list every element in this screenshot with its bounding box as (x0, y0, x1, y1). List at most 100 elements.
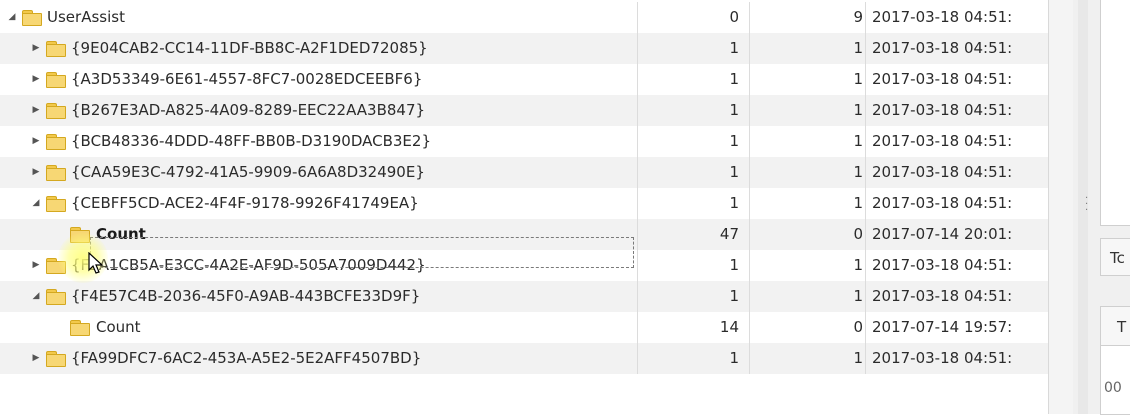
expanded-arrow-icon[interactable]: ◢ (30, 188, 42, 219)
subkey-count-cell: 1 (638, 33, 750, 64)
value-count-cell: 1 (750, 157, 866, 188)
panel-tab-2[interactable]: T (1100, 306, 1130, 346)
folder-icon (46, 165, 66, 181)
last-write-time-cell: 2017-03-18 04:51: (872, 287, 1013, 305)
last-write-time-cell: 2017-03-18 04:51: (872, 101, 1013, 119)
expanded-arrow-icon[interactable]: ◢ (6, 2, 18, 33)
tree-row[interactable]: ▶ {BCB48336-4DDD-48FF-BB0B-D3190DACB3E2} 1… (0, 126, 1048, 157)
last-write-time-cell: 2017-03-18 04:51: (872, 194, 1013, 212)
last-write-time-cell: 2017-07-14 20:01: (872, 225, 1013, 243)
tree-row[interactable]: ▶ {B267E3AD-A825-4A09-8289-EEC22AA3B847} 1… (0, 95, 1048, 126)
collapsed-arrow-icon[interactable]: ▶ (30, 95, 42, 126)
details-panel-top (1100, 0, 1130, 226)
subkey-count-cell: 1 (638, 126, 750, 157)
last-write-time-cell: 2017-03-18 04:51: (872, 132, 1013, 150)
subkey-count-cell: 1 (638, 157, 750, 188)
panel-value-text: 00 (1104, 380, 1122, 396)
tree-row[interactable]: ▶ {F2A1CB5A-E3CC-4A2E-AF9D-505A7009D442} 1… (0, 250, 1048, 281)
key-name-label: {FA99DFC7-6AC2-453A-A5E2-5E2AFF4507BD} (71, 349, 422, 367)
folder-icon (46, 196, 66, 212)
registry-tree-view[interactable]: ◢ UserAssist 0 9 2017-03-18 04:51: ▶ {9E04CAB2… (0, 0, 1048, 414)
tree-row[interactable]: Count 14 0 2017-07-14 19:57: (0, 312, 1048, 343)
key-name-label: {F4E57C4B-2036-45F0-A9AB-443BCFE33D9F} (71, 287, 421, 305)
key-name-cell[interactable]: ▶ {A3D53349-6E61-4557-8FC7-0028EDCEEBF6} (0, 64, 638, 95)
collapsed-arrow-icon[interactable]: ▶ (30, 157, 42, 188)
key-name-label: {CEBFF5CD-ACE2-4F4F-9178-9926F41749EA} (71, 194, 419, 212)
last-write-time-cell: 2017-03-18 04:51: (872, 39, 1013, 57)
key-name-cell[interactable]: ▶ {FA99DFC7-6AC2-453A-A5E2-5E2AFF4507BD} (0, 343, 638, 374)
folder-icon (46, 72, 66, 88)
splitter-grip-icon: · · · (1085, 193, 1089, 216)
value-count-cell: 9 (750, 2, 866, 33)
folder-icon (70, 227, 90, 243)
value-count-cell: 0 (750, 219, 866, 250)
key-name-cell[interactable]: ▶ {F2A1CB5A-E3CC-4A2E-AF9D-505A7009D442} (0, 250, 638, 281)
subkey-count-cell: 1 (638, 250, 750, 281)
collapsed-arrow-icon[interactable]: ▶ (30, 250, 42, 281)
subkey-count-cell: 1 (638, 281, 750, 312)
key-name-cell[interactable]: ▶ {B267E3AD-A825-4A09-8289-EEC22AA3B847} (0, 95, 638, 126)
expanded-arrow-icon[interactable]: ◢ (30, 281, 42, 312)
folder-icon (46, 41, 66, 57)
key-name-cell[interactable]: ▶ {CAA59E3C-4792-41A5-9909-6A6A8D32490E} (0, 157, 638, 188)
value-count-cell: 1 (750, 281, 866, 312)
tree-row[interactable]: ▶ {CAA59E3C-4792-41A5-9909-6A6A8D32490E} 1… (0, 157, 1048, 188)
key-name-label: {A3D53349-6E61-4557-8FC7-0028EDCEEBF6} (71, 70, 423, 88)
folder-icon (46, 289, 66, 305)
subkey-count-cell: 1 (638, 64, 750, 95)
panel-tab-1[interactable]: Tc (1100, 238, 1130, 276)
value-count-cell: 1 (750, 64, 866, 95)
last-write-time-cell: 2017-03-18 04:51: (872, 349, 1013, 367)
key-name-label: {9E04CAB2-CC14-11DF-BB8C-A2F1DED72085} (71, 39, 428, 57)
key-name-cell[interactable]: Count (0, 219, 638, 250)
folder-icon (70, 320, 90, 336)
value-count-cell: 1 (750, 126, 866, 157)
folder-icon (46, 103, 66, 119)
key-name-cell[interactable]: ◢ {F4E57C4B-2036-45F0-A9AB-443BCFE33D9F} (0, 281, 638, 312)
subkey-count-cell: 1 (638, 188, 750, 219)
tree-row[interactable]: ▶ {A3D53349-6E61-4557-8FC7-0028EDCEEBF6} 1… (0, 64, 1048, 95)
folder-icon (22, 10, 42, 26)
collapsed-arrow-icon[interactable]: ▶ (30, 64, 42, 95)
collapsed-arrow-icon[interactable]: ▶ (30, 126, 42, 157)
value-count-cell: 1 (750, 95, 866, 126)
key-name-cell[interactable]: ◢ {CEBFF5CD-ACE2-4F4F-9178-9926F41749EA} (0, 188, 638, 219)
tree-row[interactable]: ▶ {9E04CAB2-CC14-11DF-BB8C-A2F1DED72085} 1… (0, 33, 1048, 64)
subkey-count-cell: 14 (638, 312, 750, 343)
collapsed-arrow-icon[interactable]: ▶ (30, 343, 42, 374)
key-name-label: {F2A1CB5A-E3CC-4A2E-AF9D-505A7009D442} (71, 256, 426, 274)
tree-row[interactable]: ◢ {CEBFF5CD-ACE2-4F4F-9178-9926F41749EA} 1… (0, 188, 1048, 219)
last-write-time-cell: 2017-03-18 04:51: (872, 163, 1013, 181)
folder-icon (46, 351, 66, 367)
key-name-label: {BCB48336-4DDD-48FF-BB0B-D3190DACB3E2} (71, 132, 431, 150)
last-write-time-cell: 2017-07-14 19:57: (872, 318, 1013, 336)
key-name-cell[interactable]: ▶ {BCB48336-4DDD-48FF-BB0B-D3190DACB3E2} (0, 126, 638, 157)
collapsed-arrow-icon[interactable]: ▶ (30, 33, 42, 64)
key-name-label: Count (96, 225, 146, 243)
value-count-cell: 1 (750, 250, 866, 281)
key-name-cell[interactable]: Count (0, 312, 638, 343)
vertical-scrollbar[interactable] (1048, 0, 1073, 414)
subkey-count-cell: 1 (638, 95, 750, 126)
key-name-label: Count (96, 318, 141, 336)
value-count-cell: 1 (750, 33, 866, 64)
tree-row[interactable]: ▶ {FA99DFC7-6AC2-453A-A5E2-5E2AFF4507BD} 1… (0, 343, 1048, 374)
last-write-time-cell: 2017-03-18 04:51: (872, 70, 1013, 88)
key-name-label: {B267E3AD-A825-4A09-8289-EEC22AA3B847} (71, 101, 426, 119)
last-write-time-cell: 2017-03-18 04:51: (872, 256, 1013, 274)
tree-row[interactable]: ◢ {F4E57C4B-2036-45F0-A9AB-443BCFE33D9F} 1… (0, 281, 1048, 312)
folder-icon (46, 258, 66, 274)
tree-row[interactable]: Count 47 0 2017-07-14 20:01: (0, 219, 1048, 250)
key-name-cell[interactable]: ◢ UserAssist (0, 2, 638, 33)
tree-row[interactable]: ◢ UserAssist 0 9 2017-03-18 04:51: (0, 2, 1048, 33)
last-write-time-cell: 2017-03-18 04:51: (872, 8, 1013, 26)
subkey-count-cell: 0 (638, 2, 750, 33)
value-count-cell: 1 (750, 343, 866, 374)
key-name-label: {CAA59E3C-4792-41A5-9909-6A6A8D32490E} (71, 163, 425, 181)
value-count-cell: 0 (750, 312, 866, 343)
key-name-label: UserAssist (47, 8, 125, 26)
subkey-count-cell: 1 (638, 343, 750, 374)
subkey-count-cell: 47 (638, 219, 750, 250)
folder-icon (46, 134, 66, 150)
key-name-cell[interactable]: ▶ {9E04CAB2-CC14-11DF-BB8C-A2F1DED72085} (0, 33, 638, 64)
